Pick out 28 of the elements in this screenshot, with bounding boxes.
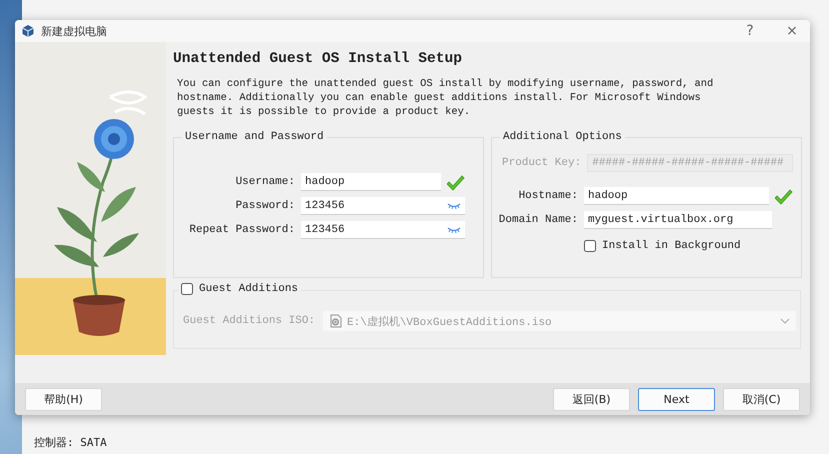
field-label: Guest Additions ISO: [183,315,316,327]
window-title: 新建虚拟电脑 [41,24,108,38]
install-background-checkbox[interactable]: Install in Background [584,240,741,252]
status-text: 控制器: SATA [34,435,107,450]
hostname-field[interactable]: hadoop [584,187,769,205]
help-button[interactable]: 帮助(H) [25,388,102,410]
cube-icon [21,24,35,38]
field-label: Product Key: [502,157,582,169]
disc-file-icon [329,313,344,329]
dialog-button[interactable]: 取消(C) [723,388,800,410]
field-label: Username: [234,176,295,188]
password-field[interactable]: 123456 [301,197,465,215]
domain-field[interactable]: myguest.virtualbox.org [584,211,772,229]
close-button[interactable]: × [774,20,810,42]
field-label: Domain Name: [498,214,578,226]
password-field[interactable]: 123456 [301,221,465,239]
username-field[interactable]: hadoop [301,173,441,191]
closed-eye-icon [447,201,461,210]
field-label: Hostname: [518,190,578,202]
help-button[interactable]: ? [732,20,768,42]
field-label: Repeat Password: [189,224,295,236]
closed-eye-icon [447,225,461,234]
dialog-button[interactable]: Next [638,388,715,410]
page-heading: Unattended Guest OS Install Setup [173,51,464,69]
group-title: Additional Options [500,131,625,143]
dialog-button[interactable]: 返回(B) [553,388,630,410]
description-text: You can configure the unattended guest OS install by modifying username, password, and hostname. Additionally you can enable guest additions install. For Microsoft Windows guests it is possible to provide a product key. [177,77,714,119]
field-label: Password: [234,200,295,212]
